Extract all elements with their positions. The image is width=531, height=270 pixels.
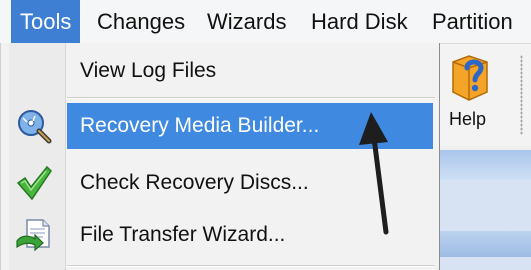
menu-separator — [67, 97, 435, 99]
menu-item-label: File Transfer Wizard... — [80, 223, 286, 246]
menu-item-check-recovery-discs[interactable]: Check Recovery Discs... — [1, 160, 439, 206]
menu-item-file-transfer-wizard[interactable]: File Transfer Wizard... — [1, 212, 439, 258]
help-icon — [452, 55, 488, 101]
toolbar-grip[interactable] — [520, 55, 523, 135]
menu-item-recovery-media-builder[interactable]: Recovery Media Builder... — [67, 103, 433, 149]
menu-item-label: View Log Files — [80, 59, 217, 82]
tools-dropdown-menu: View Log Files Recovery Media Builder...… — [0, 43, 440, 270]
background-panel-header — [440, 150, 531, 180]
menu-partition[interactable]: Partition — [432, 0, 513, 43]
file-transfer-icon — [15, 217, 53, 255]
menu-hard-disk[interactable]: Hard Disk — [311, 0, 408, 43]
checkmark-icon — [15, 165, 53, 203]
menu-separator — [67, 265, 435, 267]
menu-tools[interactable]: Tools — [11, 0, 81, 43]
help-label[interactable]: Help — [449, 109, 486, 130]
menu-changes[interactable]: Changes — [97, 0, 185, 43]
menu-bar: Tools Changes Wizards Hard Disk Partitio… — [0, 0, 531, 44]
disc-magnifier-icon — [15, 108, 53, 146]
menu-item-view-log-files[interactable]: View Log Files — [1, 48, 439, 94]
background-panel-bar — [440, 231, 531, 257]
menu-wizards[interactable]: Wizards — [207, 0, 286, 43]
menu-item-label: Recovery Media Builder... — [80, 114, 320, 137]
menu-item-label: Check Recovery Discs... — [80, 171, 309, 194]
